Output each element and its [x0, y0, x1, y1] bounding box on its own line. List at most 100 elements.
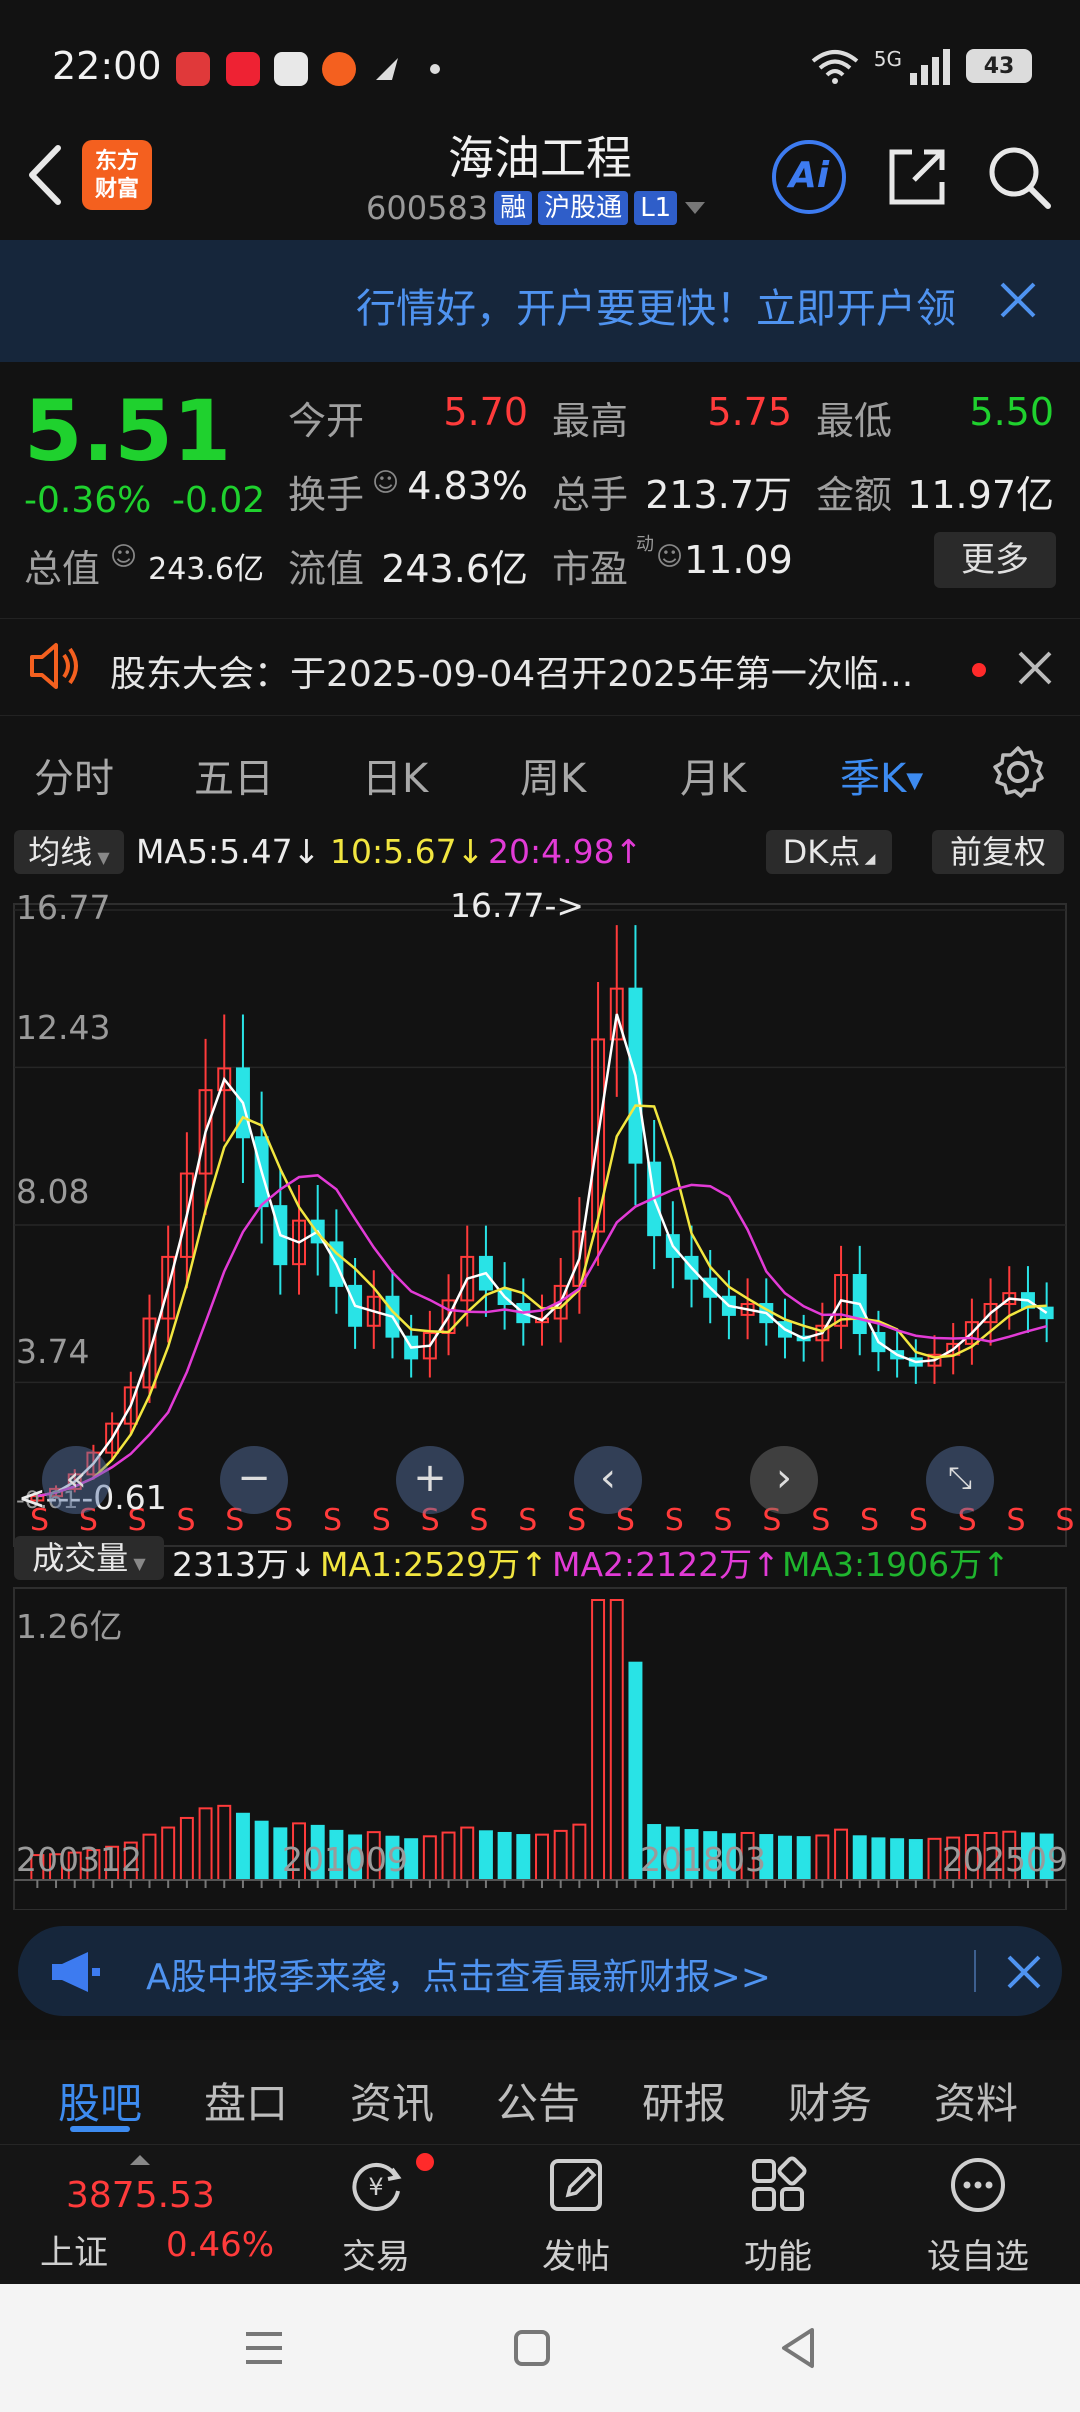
adjust-selector[interactable]: 前复权 — [932, 830, 1064, 874]
active-tab-indicator — [70, 2126, 130, 2132]
volume-bar — [422, 1835, 437, 1882]
more-notifications-dot — [430, 64, 440, 74]
info-tabs: 股吧 盘口 资讯 公告 研报 财务 资料 — [0, 2040, 1080, 2144]
back-icon[interactable] — [778, 2326, 818, 2370]
volume-indicator-label: 成交量 — [32, 1539, 129, 1577]
amount-label: 金额 — [816, 473, 893, 517]
grid-icon — [752, 2156, 807, 2211]
volume-bar — [460, 1826, 475, 1881]
notification-app-icon — [322, 52, 356, 86]
tab-weekly[interactable]: 周K — [520, 746, 586, 804]
pe-value: 11.09 — [684, 538, 793, 582]
info-icon[interactable]: ☺ — [372, 468, 399, 498]
more-button[interactable]: 更多 — [934, 532, 1056, 588]
volume-bar — [796, 1836, 811, 1881]
home-icon[interactable] — [512, 2328, 552, 2368]
volume-bar — [161, 1826, 176, 1881]
stock-code: 600583 — [366, 189, 489, 227]
tab-intraday[interactable]: 分时 — [34, 746, 114, 804]
low-label: 最低 — [816, 399, 893, 443]
y-label: 8.08 — [16, 1172, 90, 1211]
tab-news[interactable]: 资讯 — [350, 2070, 434, 2131]
s-marker: S — [665, 1503, 684, 1538]
tab-quarterly[interactable]: 季K▼ — [840, 746, 923, 804]
kline-svg[interactable]: SSSSSSSSSSSSSSSSSSSSSS — [0, 880, 1080, 1910]
tab-financials[interactable]: 财务 — [788, 2070, 872, 2131]
indicator-selector[interactable]: 均线 ▼ — [14, 830, 124, 874]
post-button[interactable]: 发帖 — [506, 2145, 646, 2285]
index-ticker[interactable]: 3875.53 上证 0.46% — [0, 2145, 300, 2285]
close-icon[interactable] — [1006, 1954, 1042, 1990]
zoom-out-icon[interactable]: − — [220, 1446, 288, 1514]
ma20-readout: 20:4.98↑ — [488, 832, 643, 871]
index-name: 上证 — [40, 2233, 108, 2273]
tab-daily[interactable]: 日K — [362, 746, 428, 804]
notice-text: 股东大会：于2025-09-04召开2025年第一次临... — [110, 654, 914, 695]
share-icon[interactable] — [884, 144, 950, 210]
s-marker: S — [469, 1503, 488, 1538]
ai-assistant-button[interactable]: Ai — [772, 140, 846, 214]
svg-text:¥: ¥ — [368, 2173, 383, 2201]
status-right: 5G 43 — [810, 46, 1032, 86]
gear-icon[interactable] — [990, 744, 1046, 800]
functions-button[interactable]: 功能 — [708, 2145, 848, 2285]
s-marker: S — [909, 1503, 928, 1538]
volume-ma3: MA3:1906万↑ — [782, 1545, 1010, 1584]
system-nav-bar — [0, 2284, 1080, 2412]
dk-point-toggle[interactable]: DK点 ◢ — [766, 830, 892, 874]
s-marker: S — [1007, 1503, 1026, 1538]
fullscreen-icon[interactable]: ⤡ — [926, 1446, 994, 1514]
tab-orderbook[interactable]: 盘口 — [204, 2070, 288, 2131]
notification-app-icon — [176, 52, 210, 86]
info-icon[interactable]: ☺ — [656, 542, 683, 572]
volume-plot-frame — [13, 1587, 1067, 1910]
notice-bar[interactable]: 股东大会：于2025-09-04召开2025年第一次临... — [0, 618, 1080, 716]
menu-icon[interactable] — [244, 2328, 284, 2368]
scroll-left-icon[interactable]: ‹ — [574, 1446, 642, 1514]
close-icon[interactable] — [996, 278, 1040, 322]
s-marker: S — [567, 1503, 586, 1538]
volume-bar — [890, 1838, 905, 1882]
tab-forum[interactable]: 股吧 — [58, 2070, 142, 2131]
tab-research[interactable]: 研报 — [642, 2070, 726, 2131]
level-tag: L1 — [634, 191, 678, 225]
chevron-down-icon: ▼ — [92, 848, 110, 867]
index-change: 0.46% — [166, 2225, 275, 2265]
status-time: 22:00 — [52, 44, 162, 88]
volume-bar — [591, 1599, 606, 1881]
yen-cycle-icon: ¥ — [352, 2162, 402, 2211]
tab-profile[interactable]: 资料 — [934, 2070, 1018, 2131]
tab-announcements[interactable]: 公告 — [496, 2070, 580, 2131]
close-icon[interactable] — [1016, 649, 1054, 687]
quote-panel: 5.51 -0.36% -0.02 今开 5.70 最高 5.75 最低 5.5… — [0, 362, 1080, 610]
scroll-right-icon[interactable]: › — [750, 1446, 818, 1514]
search-icon[interactable] — [986, 144, 1052, 210]
chevron-down-icon: ◢ — [860, 851, 876, 867]
dk-label: DK点 — [782, 833, 861, 871]
volume-ma1: MA1:2529万↑ — [320, 1545, 548, 1584]
trade-button[interactable]: ¥ 交易 — [306, 2145, 446, 2285]
y-label: 12.43 — [16, 1008, 111, 1047]
pe-superscript: 动 — [636, 534, 654, 555]
info-icon[interactable]: ☺ — [110, 542, 137, 572]
tab-five-day[interactable]: 五日 — [194, 746, 274, 804]
s-marker: S — [518, 1503, 537, 1538]
chevron-up-icon — [130, 2155, 150, 2165]
tab-monthly[interactable]: 月K — [680, 746, 746, 804]
rewind-icon[interactable]: « — [42, 1446, 110, 1514]
market-cap-label: 总值 — [24, 547, 101, 591]
s-marker: S — [176, 1503, 195, 1538]
earnings-report-banner[interactable]: A股中报季来袭，点击查看最新财报>> — [18, 1926, 1062, 2016]
chevron-down-icon: ▼ — [906, 768, 924, 794]
open-value: 5.70 — [443, 390, 528, 434]
add-watchlist-button[interactable]: 设自选 — [908, 2145, 1048, 2285]
float-cap-value: 243.6亿 — [381, 547, 528, 591]
volume-indicator-selector[interactable]: 成交量 ▼ — [14, 1536, 164, 1580]
stock-subline[interactable]: 600583 融 沪股通 L1 — [366, 188, 707, 228]
account-open-banner[interactable]: 行情好，开户要更快！立即开户领 — [0, 240, 1080, 362]
zoom-in-icon[interactable]: + — [396, 1446, 464, 1514]
market-cap-value: 243.6亿 — [148, 552, 264, 587]
y-label: 16.77 — [16, 888, 111, 927]
volume-value: 213.7万 — [645, 473, 792, 517]
high-label: 最高 — [552, 399, 629, 443]
